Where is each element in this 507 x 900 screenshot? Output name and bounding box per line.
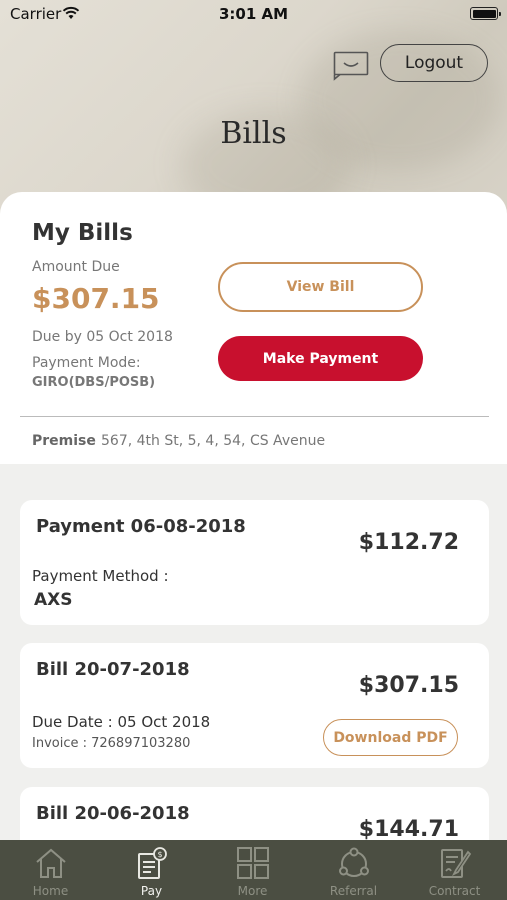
amount-due-label: Amount Due — [32, 259, 120, 275]
grid-icon — [237, 847, 269, 879]
transaction-card[interactable]: Payment 06-08-2018 $112.72 Payment Metho… — [20, 500, 489, 625]
transaction-title: Payment 06-08-2018 — [36, 516, 246, 537]
tab-more[interactable]: More — [202, 840, 303, 900]
download-pdf-button[interactable]: Download PDF — [323, 719, 458, 756]
status-bar: Carrier 3:01 AM — [0, 0, 507, 28]
transaction-amount: $144.71 — [358, 817, 459, 842]
logout-button[interactable]: Logout — [380, 44, 488, 82]
premise-label: Premise — [32, 433, 96, 449]
premise-address: 567, 4th St, 5, 4, 54, CS Avenue — [101, 433, 326, 449]
transaction-amount: $112.72 — [358, 530, 459, 555]
invoice-number: Invoice : 726897103280 — [32, 736, 191, 751]
payment-method-label: Payment Method : — [32, 567, 169, 585]
transaction-title: Bill 20-06-2018 — [36, 803, 190, 824]
due-date-text: Due Date : 05 Oct 2018 — [32, 713, 211, 731]
tab-label: More — [237, 884, 268, 898]
tab-bar: Home $ Pay More Referral Contract — [0, 840, 507, 900]
tab-label: Pay — [140, 884, 163, 898]
due-by-text: Due by 05 Oct 2018 — [32, 329, 173, 345]
tab-referral[interactable]: Referral — [303, 840, 404, 900]
battery-icon — [470, 7, 501, 20]
tab-label: Referral — [329, 884, 378, 898]
home-icon — [36, 848, 66, 878]
transaction-card[interactable]: Bill 20-07-2018 $307.15 Due Date : 05 Oc… — [20, 643, 489, 768]
transaction-amount: $307.15 — [358, 673, 459, 698]
svg-text:$: $ — [157, 850, 162, 859]
tab-contract[interactable]: Contract — [404, 840, 505, 900]
share-icon — [339, 847, 369, 877]
tab-label: Home — [32, 884, 69, 898]
divider — [20, 416, 489, 417]
transaction-title: Bill 20-07-2018 — [36, 659, 190, 680]
payment-method-value: AXS — [34, 590, 73, 610]
pay-icon: $ — [138, 847, 167, 879]
payment-mode-label: Payment Mode: — [32, 355, 141, 371]
contract-icon — [441, 849, 472, 878]
page-title: Bills — [220, 116, 287, 151]
payment-mode-value: GIRO(DBS/POSB) — [32, 375, 156, 390]
message-icon[interactable] — [333, 51, 369, 81]
amount-due-value: $307.15 — [32, 282, 160, 315]
view-bill-button[interactable]: View Bill — [218, 262, 423, 312]
tab-label: Contract — [428, 884, 481, 898]
my-bills-card: My Bills Amount Due $307.15 Due by 05 Oc… — [0, 192, 507, 464]
tab-home[interactable]: Home — [0, 840, 101, 900]
clock: 3:01 AM — [218, 5, 289, 23]
my-bills-title: My Bills — [32, 220, 133, 246]
tab-pay[interactable]: $ Pay — [101, 840, 202, 900]
make-payment-button[interactable]: Make Payment — [218, 336, 423, 381]
